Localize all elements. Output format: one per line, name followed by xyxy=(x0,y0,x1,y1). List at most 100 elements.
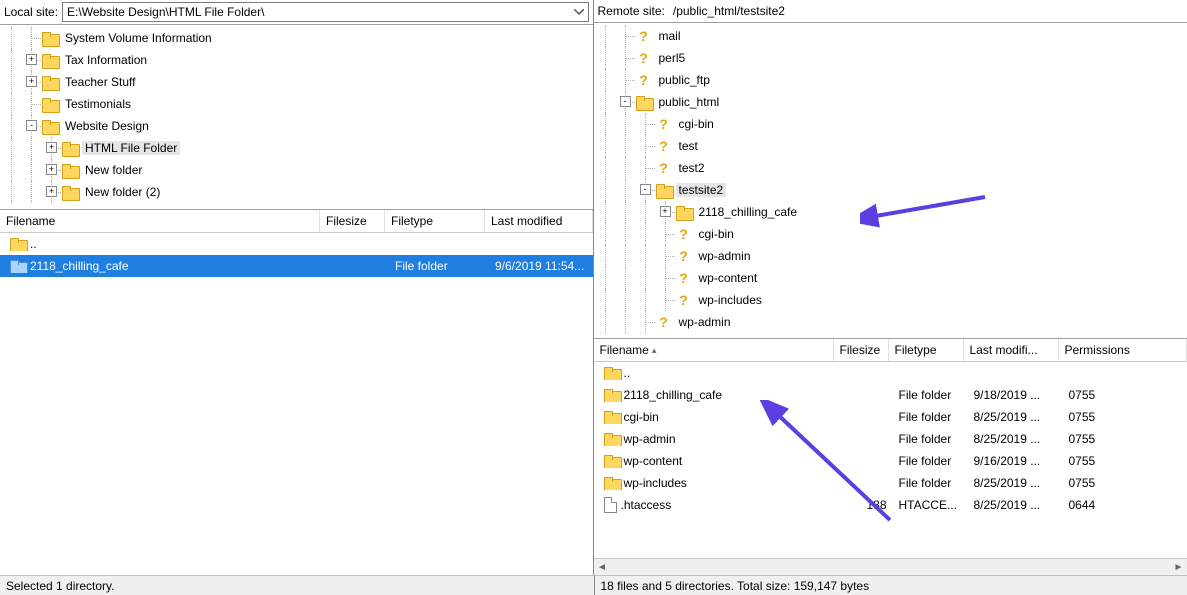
remote-list-hscroll[interactable]: ◄ ► xyxy=(594,558,1187,575)
list-row[interactable]: 2118_chilling_cafeFile folder9/18/2019 .… xyxy=(594,384,1187,406)
tree-item-label: public_html xyxy=(656,95,723,109)
tree-item-label: testsite2 xyxy=(676,183,727,197)
unknown-icon: ? xyxy=(676,270,692,286)
scroll-left-icon[interactable]: ◄ xyxy=(594,560,611,575)
tree-item[interactable]: + New folder (2) xyxy=(2,181,593,203)
col-filename[interactable]: Filename xyxy=(0,210,320,232)
filename: .. xyxy=(30,237,37,251)
expand-icon[interactable]: + xyxy=(26,76,37,87)
unknown-icon: ? xyxy=(636,28,652,44)
tree-item[interactable]: +HTML File Folder xyxy=(2,137,593,159)
collapse-icon[interactable]: - xyxy=(640,184,651,195)
tree-item[interactable]: ?wp-admin xyxy=(596,311,1187,333)
tree-item[interactable]: - public_html xyxy=(596,91,1187,113)
col-filesize[interactable]: Filesize xyxy=(320,210,385,232)
col-filetype[interactable]: Filetype xyxy=(385,210,485,232)
tree-item-label: public_ftp xyxy=(656,73,713,87)
filename: 2118_chilling_cafe xyxy=(624,388,723,402)
filename: .. xyxy=(624,366,631,380)
tree-item-label: mail xyxy=(656,29,684,43)
tree-item-label: Tax Information xyxy=(62,53,150,67)
remote-status-bar: 18 files and 5 directories. Total size: … xyxy=(594,575,1187,595)
list-row[interactable]: wp-contentFile folder9/16/2019 ...0755 xyxy=(594,450,1187,472)
cell-mod: 8/25/2019 ... xyxy=(968,410,1063,424)
tree-item[interactable]: +New folder xyxy=(2,159,593,181)
expand-icon[interactable]: + xyxy=(46,186,57,197)
tree-item[interactable]: ?test xyxy=(596,135,1187,157)
tree-item[interactable]: +Teacher Stuff xyxy=(2,71,593,93)
tree-item[interactable]: ? mail xyxy=(596,25,1187,47)
tree-item[interactable]: + Tax Information xyxy=(2,49,593,71)
cell-type: File folder xyxy=(893,476,968,490)
tree-item[interactable]: ?perl5 xyxy=(596,47,1187,69)
tree-item[interactable]: ?wp-content xyxy=(596,267,1187,289)
tree-item-label: test2 xyxy=(676,161,708,175)
tree-item[interactable]: ?test2 xyxy=(596,157,1187,179)
remote-file-list[interactable]: ..2118_chilling_cafeFile folder9/18/2019… xyxy=(594,362,1187,558)
cell-perm: 0755 xyxy=(1063,476,1187,490)
local-site-label: Local site: xyxy=(4,5,58,19)
tree-item[interactable]: ?wp-includes xyxy=(596,289,1187,311)
unknown-icon: ? xyxy=(636,72,652,88)
tree-item[interactable]: ?wp-admin xyxy=(596,245,1187,267)
folder-icon xyxy=(62,186,78,199)
tree-item-label: Testimonials xyxy=(62,97,134,111)
list-row[interactable]: wp-includesFile folder8/25/2019 ...0755 xyxy=(594,472,1187,494)
local-pane: Local site: System Volume Information + Ta… xyxy=(0,0,594,575)
col-filesize[interactable]: Filesize xyxy=(834,339,889,361)
remote-tree-scroll[interactable]: ?mail?perl5?public_ftp-public_html?cgi-b… xyxy=(594,23,1187,338)
filename: 2118_chilling_cafe xyxy=(30,259,129,273)
collapse-icon[interactable]: - xyxy=(620,96,631,107)
list-row[interactable]: wp-adminFile folder8/25/2019 ...0755 xyxy=(594,428,1187,450)
unknown-icon: ? xyxy=(676,292,692,308)
expand-icon[interactable]: + xyxy=(26,54,37,65)
collapse-icon[interactable]: - xyxy=(26,120,37,131)
folder-icon xyxy=(604,389,620,402)
tree-item-label: New folder (2) xyxy=(82,185,163,199)
sort-asc-icon: ▴ xyxy=(652,345,657,356)
expand-icon[interactable]: + xyxy=(46,142,57,153)
folder-icon xyxy=(604,477,620,490)
expand-icon[interactable]: + xyxy=(46,164,57,175)
col-permissions[interactable]: Permissions xyxy=(1059,339,1187,361)
cell-type: File folder xyxy=(893,410,968,424)
tree-item[interactable]: Testimonials xyxy=(2,93,593,115)
tree-item[interactable]: ? public_ftp xyxy=(596,69,1187,91)
remote-list-header: Filename▴ Filesize Filetype Last modifi.… xyxy=(594,339,1187,362)
col-filename[interactable]: Filename▴ xyxy=(594,339,834,361)
tree-item[interactable]: -Website Design xyxy=(2,115,593,137)
col-lastmod[interactable]: Last modifi... xyxy=(964,339,1059,361)
tree-item[interactable]: +2118_chilling_cafe xyxy=(596,201,1187,223)
folder-icon xyxy=(604,455,620,468)
list-row[interactable]: .. xyxy=(594,362,1187,384)
list-row[interactable]: 2118_chilling_cafeFile folder9/6/2019 11… xyxy=(0,255,593,277)
cell-type: File folder xyxy=(893,454,968,468)
tree-item-label: cgi-bin xyxy=(696,227,737,241)
list-row[interactable]: .. xyxy=(0,233,593,255)
tree-item[interactable]: System Volume Information xyxy=(2,27,593,49)
cell-mod: 9/18/2019 ... xyxy=(968,388,1063,402)
folder-icon xyxy=(604,433,620,446)
cell-mod: 8/25/2019 ... xyxy=(968,432,1063,446)
col-lastmod[interactable]: Last modified xyxy=(485,210,593,232)
tree-item-label: cgi-bin xyxy=(676,117,717,131)
tree-item[interactable]: ?cgi-bin xyxy=(596,223,1187,245)
filename: wp-admin xyxy=(624,432,676,446)
list-row[interactable]: cgi-binFile folder8/25/2019 ...0755 xyxy=(594,406,1187,428)
expand-icon[interactable]: + xyxy=(660,206,671,217)
local-site-path-input[interactable] xyxy=(62,2,588,22)
col-filetype[interactable]: Filetype xyxy=(889,339,964,361)
folder-icon xyxy=(604,411,620,424)
remote-site-path[interactable]: /public_html/testsite2 xyxy=(669,2,1183,20)
tree-item-label: 2118_chilling_cafe xyxy=(696,205,801,219)
local-tree-scroll[interactable]: System Volume Information + Tax Informatio… xyxy=(0,25,593,209)
cell-perm: 0755 xyxy=(1063,410,1187,424)
scroll-right-icon[interactable]: ► xyxy=(1170,560,1187,575)
folder-icon xyxy=(656,184,672,197)
list-row[interactable]: .htaccess188HTACCE...8/25/2019 ...0644 xyxy=(594,494,1187,516)
tree-item[interactable]: - testsite2 xyxy=(596,179,1187,201)
tree-item-label: wp-admin xyxy=(696,249,754,263)
local-file-list[interactable]: .. 2118_chilling_cafeFile folder9/6/2019 … xyxy=(0,233,593,575)
folder-icon xyxy=(42,32,58,45)
tree-item[interactable]: ?cgi-bin xyxy=(596,113,1187,135)
